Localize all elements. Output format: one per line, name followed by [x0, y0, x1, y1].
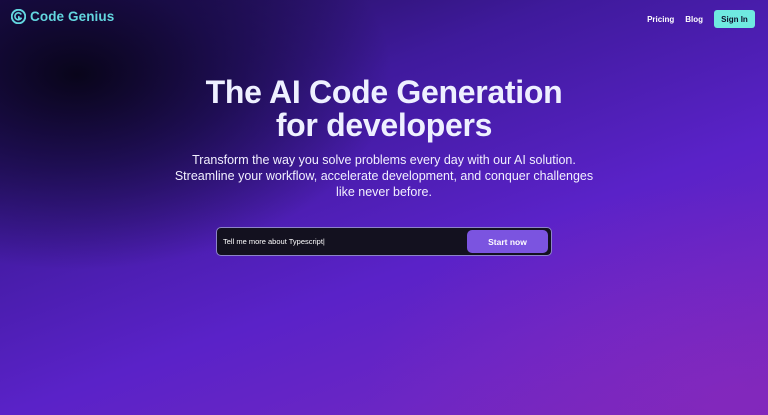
- brand-name: Code Genius: [30, 9, 115, 24]
- prompt-form: Start now: [216, 227, 552, 256]
- hero-title-line-2: for developers: [275, 107, 493, 143]
- hero-title: The AI Code Generation for developers: [0, 76, 768, 142]
- hero-subtitle-line-3: like never before.: [336, 185, 432, 199]
- nav-link-pricing[interactable]: Pricing: [647, 15, 674, 24]
- landing-page: Code Genius Pricing Blog Sign In The AI …: [0, 0, 768, 415]
- nav-link-blog[interactable]: Blog: [685, 15, 703, 24]
- code-genius-logo-icon: [11, 9, 26, 24]
- hero-subtitle-line-2: Streamline your workflow, accelerate dev…: [174, 169, 594, 183]
- top-nav: Pricing Blog Sign In: [647, 10, 755, 28]
- hero-title-line-1: The AI Code Generation: [205, 74, 563, 110]
- hero-subtitle-line-1: Transform the way you solve problems eve…: [192, 153, 576, 167]
- hero-subtitle: Transform the way you solve problems eve…: [0, 152, 768, 200]
- start-now-button[interactable]: Start now: [467, 230, 548, 253]
- brand-logo[interactable]: Code Genius: [11, 9, 114, 24]
- sign-in-button[interactable]: Sign In: [714, 10, 755, 28]
- site-header: Code Genius Pricing Blog Sign In: [0, 0, 768, 38]
- prompt-input[interactable]: [217, 228, 467, 255]
